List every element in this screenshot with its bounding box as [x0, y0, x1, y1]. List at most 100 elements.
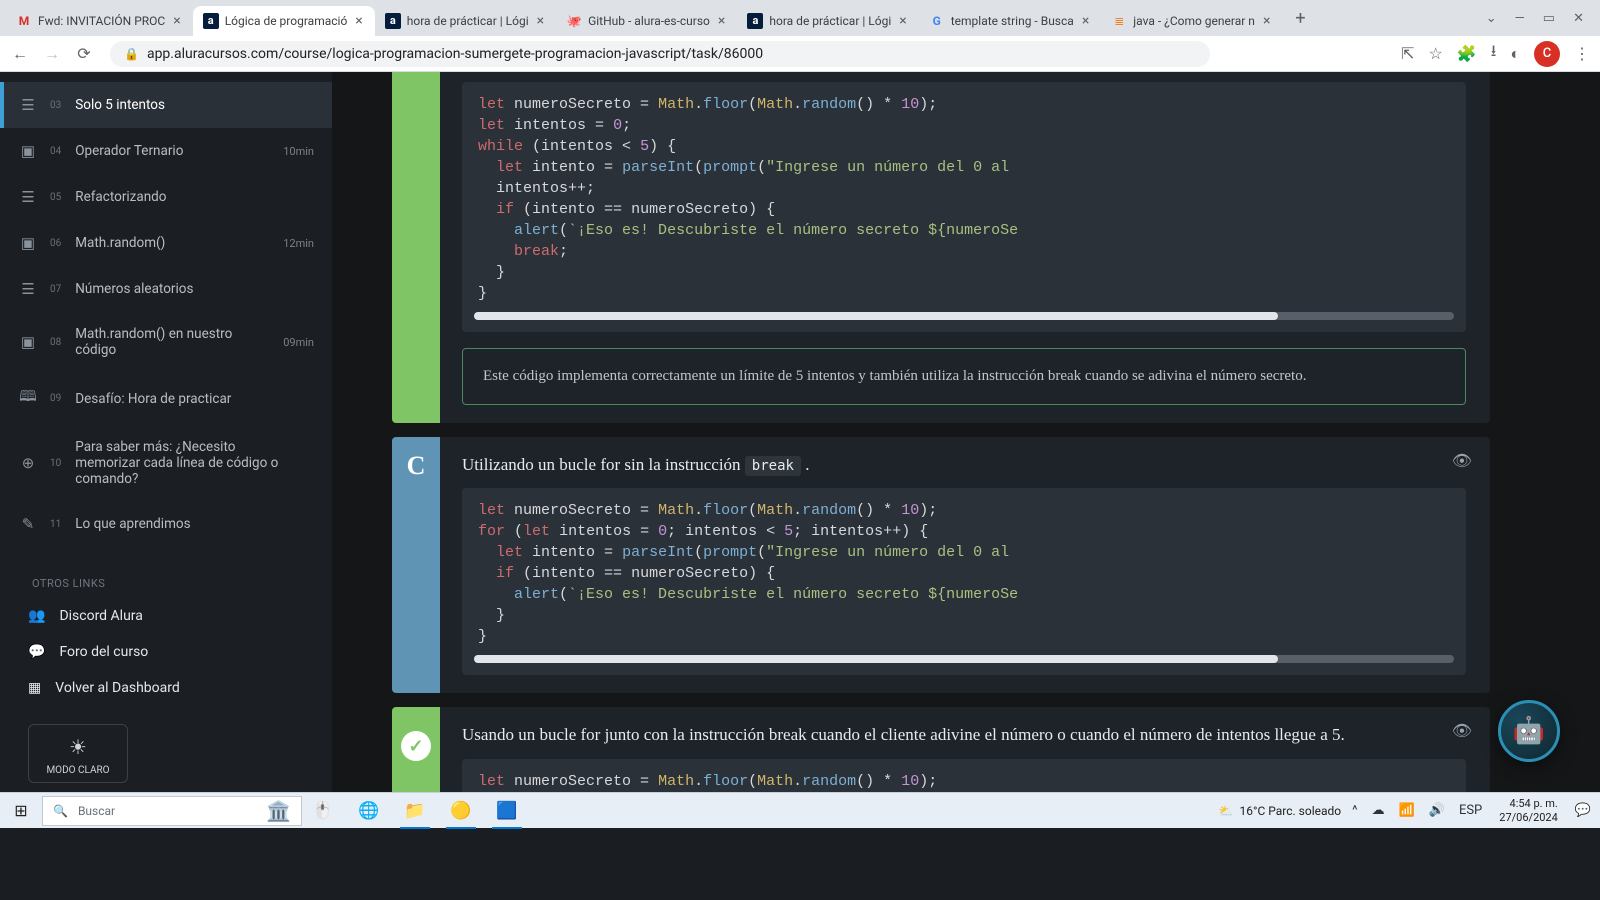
- lesson-type-icon: ⊕: [18, 454, 38, 472]
- lesson-label: Operador Ternario: [75, 143, 271, 159]
- notifications-icon[interactable]: 💬: [1572, 803, 1594, 818]
- start-button[interactable]: ⊞: [0, 801, 42, 820]
- link-label: Volver al Dashboard: [55, 680, 180, 696]
- tab-google[interactable]: Gtemplate string - Busca ×: [919, 6, 1102, 36]
- vscode-icon[interactable]: 🟦: [486, 793, 528, 829]
- weather-widget[interactable]: ⛅16°C Parc. soleado: [1219, 804, 1342, 818]
- sidebar-lesson[interactable]: ▣04Operador Ternario10min: [0, 128, 332, 174]
- menu-icon[interactable]: ⋮: [1574, 44, 1590, 63]
- sidebar-lesson[interactable]: ☰03Solo 5 intentos: [0, 82, 332, 128]
- answer-option-d[interactable]: ✓ 👁 Usando un bucle for junto con la ins…: [392, 707, 1490, 792]
- scrollbar-thumb[interactable]: [474, 655, 1278, 663]
- explorer-icon[interactable]: 📁: [394, 793, 436, 829]
- code-horizontal-scrollbar[interactable]: [474, 312, 1454, 320]
- tab-stackoverflow[interactable]: ≣ java - ¿Como generar n ×: [1101, 6, 1282, 36]
- lesson-type-icon: ▣: [18, 142, 38, 160]
- lesson-number: 05: [50, 192, 61, 203]
- code-block: let numeroSecreto = Math.floor(Math.rand…: [462, 82, 1466, 332]
- title-text: Utilizando un bucle for sin la instrucci…: [462, 455, 745, 474]
- title-text: .: [801, 455, 810, 474]
- link-label: Foro del curso: [59, 644, 148, 660]
- sidebar-lesson[interactable]: ▣06Math.random()12min: [0, 220, 332, 266]
- sidebar-lesson[interactable]: ▣08Math.random() en nuestro código09min: [0, 312, 332, 372]
- stackoverflow-icon: ≣: [1111, 13, 1127, 29]
- sun-icon: ☀: [35, 735, 121, 759]
- tab-title: java - ¿Como generar n: [1133, 14, 1255, 28]
- close-icon[interactable]: ×: [897, 13, 908, 29]
- bookmark-icon[interactable]: ☆: [1428, 44, 1442, 63]
- volume-icon[interactable]: 🔊: [1426, 803, 1448, 818]
- tab-title: template string - Busca: [951, 14, 1074, 28]
- maximize-icon[interactable]: ▭: [1543, 11, 1555, 26]
- other-link[interactable]: 👥Discord Alura: [0, 598, 332, 634]
- code-block: let numeroSecreto = Math.floor(Math.rand…: [462, 759, 1466, 792]
- close-icon[interactable]: ×: [716, 13, 727, 29]
- close-icon[interactable]: ×: [1261, 13, 1272, 29]
- tray-chevron-icon[interactable]: ^: [1349, 803, 1360, 818]
- downloads-icon[interactable]: ⭳: [1491, 40, 1497, 67]
- lesson-type-icon: ▣: [18, 333, 38, 351]
- lesson-label: Solo 5 intentos: [75, 97, 302, 113]
- chevron-down-icon[interactable]: ⌄: [1486, 11, 1497, 26]
- sidebar-lesson[interactable]: ☰ 05 Refactorizando: [0, 174, 332, 220]
- lesson-type-icon: ☰: [18, 96, 38, 114]
- edge-icon[interactable]: 🌐: [348, 793, 390, 829]
- back-button[interactable]: ←: [10, 44, 30, 64]
- minimize-icon[interactable]: —: [1515, 11, 1525, 26]
- chat-fab-button[interactable]: 🤖: [1498, 700, 1560, 762]
- lesson-number: 07: [50, 284, 61, 295]
- search-placeholder: Buscar: [78, 804, 115, 818]
- lesson-type-icon: ▣: [18, 234, 38, 252]
- close-icon[interactable]: ×: [535, 13, 546, 29]
- close-icon[interactable]: ×: [353, 13, 364, 29]
- tab-alura-2[interactable]: ahora de prácticar | Lógi×: [375, 6, 556, 36]
- search-decoration-icon: 🏛️: [266, 799, 291, 823]
- tab-alura-3[interactable]: ahora de prácticar | Lógi×: [737, 6, 918, 36]
- tab-gmail[interactable]: MFwd: INVITACIÓN PROC×: [6, 6, 193, 36]
- tab-alura-active[interactable]: aLógica de programació×: [193, 6, 375, 36]
- new-tab-button[interactable]: +: [1286, 4, 1314, 32]
- main-content[interactable]: let numeroSecreto = Math.floor(Math.rand…: [332, 72, 1600, 792]
- sidebar-lesson[interactable]: ⊕10Para saber más: ¿Necesito memorizar c…: [0, 425, 332, 501]
- course-sidebar: ☰03Solo 5 intentos▣04Operador Ternario10…: [0, 72, 332, 792]
- incognito-icon[interactable]: ◐: [1510, 44, 1520, 64]
- reload-button[interactable]: ⟳: [74, 44, 94, 64]
- close-icon[interactable]: ×: [171, 13, 182, 29]
- scrollbar-thumb[interactable]: [474, 312, 1278, 320]
- extensions-icon[interactable]: 🧩: [1457, 44, 1477, 63]
- mouse-icon[interactable]: 🖱️: [302, 793, 344, 829]
- language-indicator[interactable]: ESP: [1456, 803, 1485, 818]
- forward-button[interactable]: →: [42, 44, 62, 64]
- google-icon: G: [929, 13, 945, 29]
- wifi-icon[interactable]: 📶: [1396, 803, 1418, 818]
- other-link[interactable]: 💬Foro del curso: [0, 634, 332, 670]
- other-link[interactable]: ▦Volver al Dashboard: [0, 670, 332, 706]
- chrome-icon[interactable]: 🟡: [440, 793, 482, 829]
- lesson-label: Desafío: Hora de practicar: [75, 391, 302, 407]
- taskbar-search[interactable]: 🔍 Buscar 🏛️: [42, 796, 302, 826]
- lesson-number: 08: [50, 337, 61, 348]
- lesson-label: Refactorizando: [75, 189, 302, 205]
- eye-icon[interactable]: 👁: [1452, 451, 1472, 470]
- answer-letter: C: [407, 451, 426, 481]
- lesson-type-icon: ☰: [18, 188, 38, 206]
- tab-github[interactable]: 🐙GitHub - alura-es-curso×: [556, 6, 737, 36]
- alura-icon: a: [747, 13, 763, 29]
- sidebar-lesson[interactable]: ✎11Lo que aprendimos: [0, 501, 332, 547]
- light-mode-toggle[interactable]: ☀ MODO CLARO: [28, 724, 128, 783]
- profile-avatar[interactable]: C: [1534, 41, 1560, 67]
- sidebar-lesson[interactable]: 🕮09Desafío: Hora de practicar: [0, 372, 332, 425]
- answer-option-c[interactable]: C 👁 Utilizando un bucle for sin la instr…: [392, 437, 1490, 694]
- code-horizontal-scrollbar[interactable]: [474, 655, 1454, 663]
- github-icon: 🐙: [566, 13, 582, 29]
- browser-chrome: MFwd: INVITACIÓN PROC× aLógica de progra…: [0, 0, 1600, 72]
- url-field[interactable]: 🔒 app.aluracursos.com/course/logica-prog…: [110, 41, 1210, 67]
- taskbar-clock[interactable]: 4:54 p. m. 27/06/2024: [1493, 797, 1564, 823]
- close-window-icon[interactable]: ✕: [1573, 11, 1584, 26]
- lesson-duration: 09min: [283, 336, 314, 349]
- onedrive-icon[interactable]: ☁: [1369, 803, 1388, 818]
- close-icon[interactable]: ×: [1080, 13, 1091, 29]
- eye-icon[interactable]: 👁: [1452, 721, 1472, 740]
- share-icon[interactable]: ⇱: [1401, 44, 1414, 63]
- sidebar-lesson[interactable]: ☰07Números aleatorios: [0, 266, 332, 312]
